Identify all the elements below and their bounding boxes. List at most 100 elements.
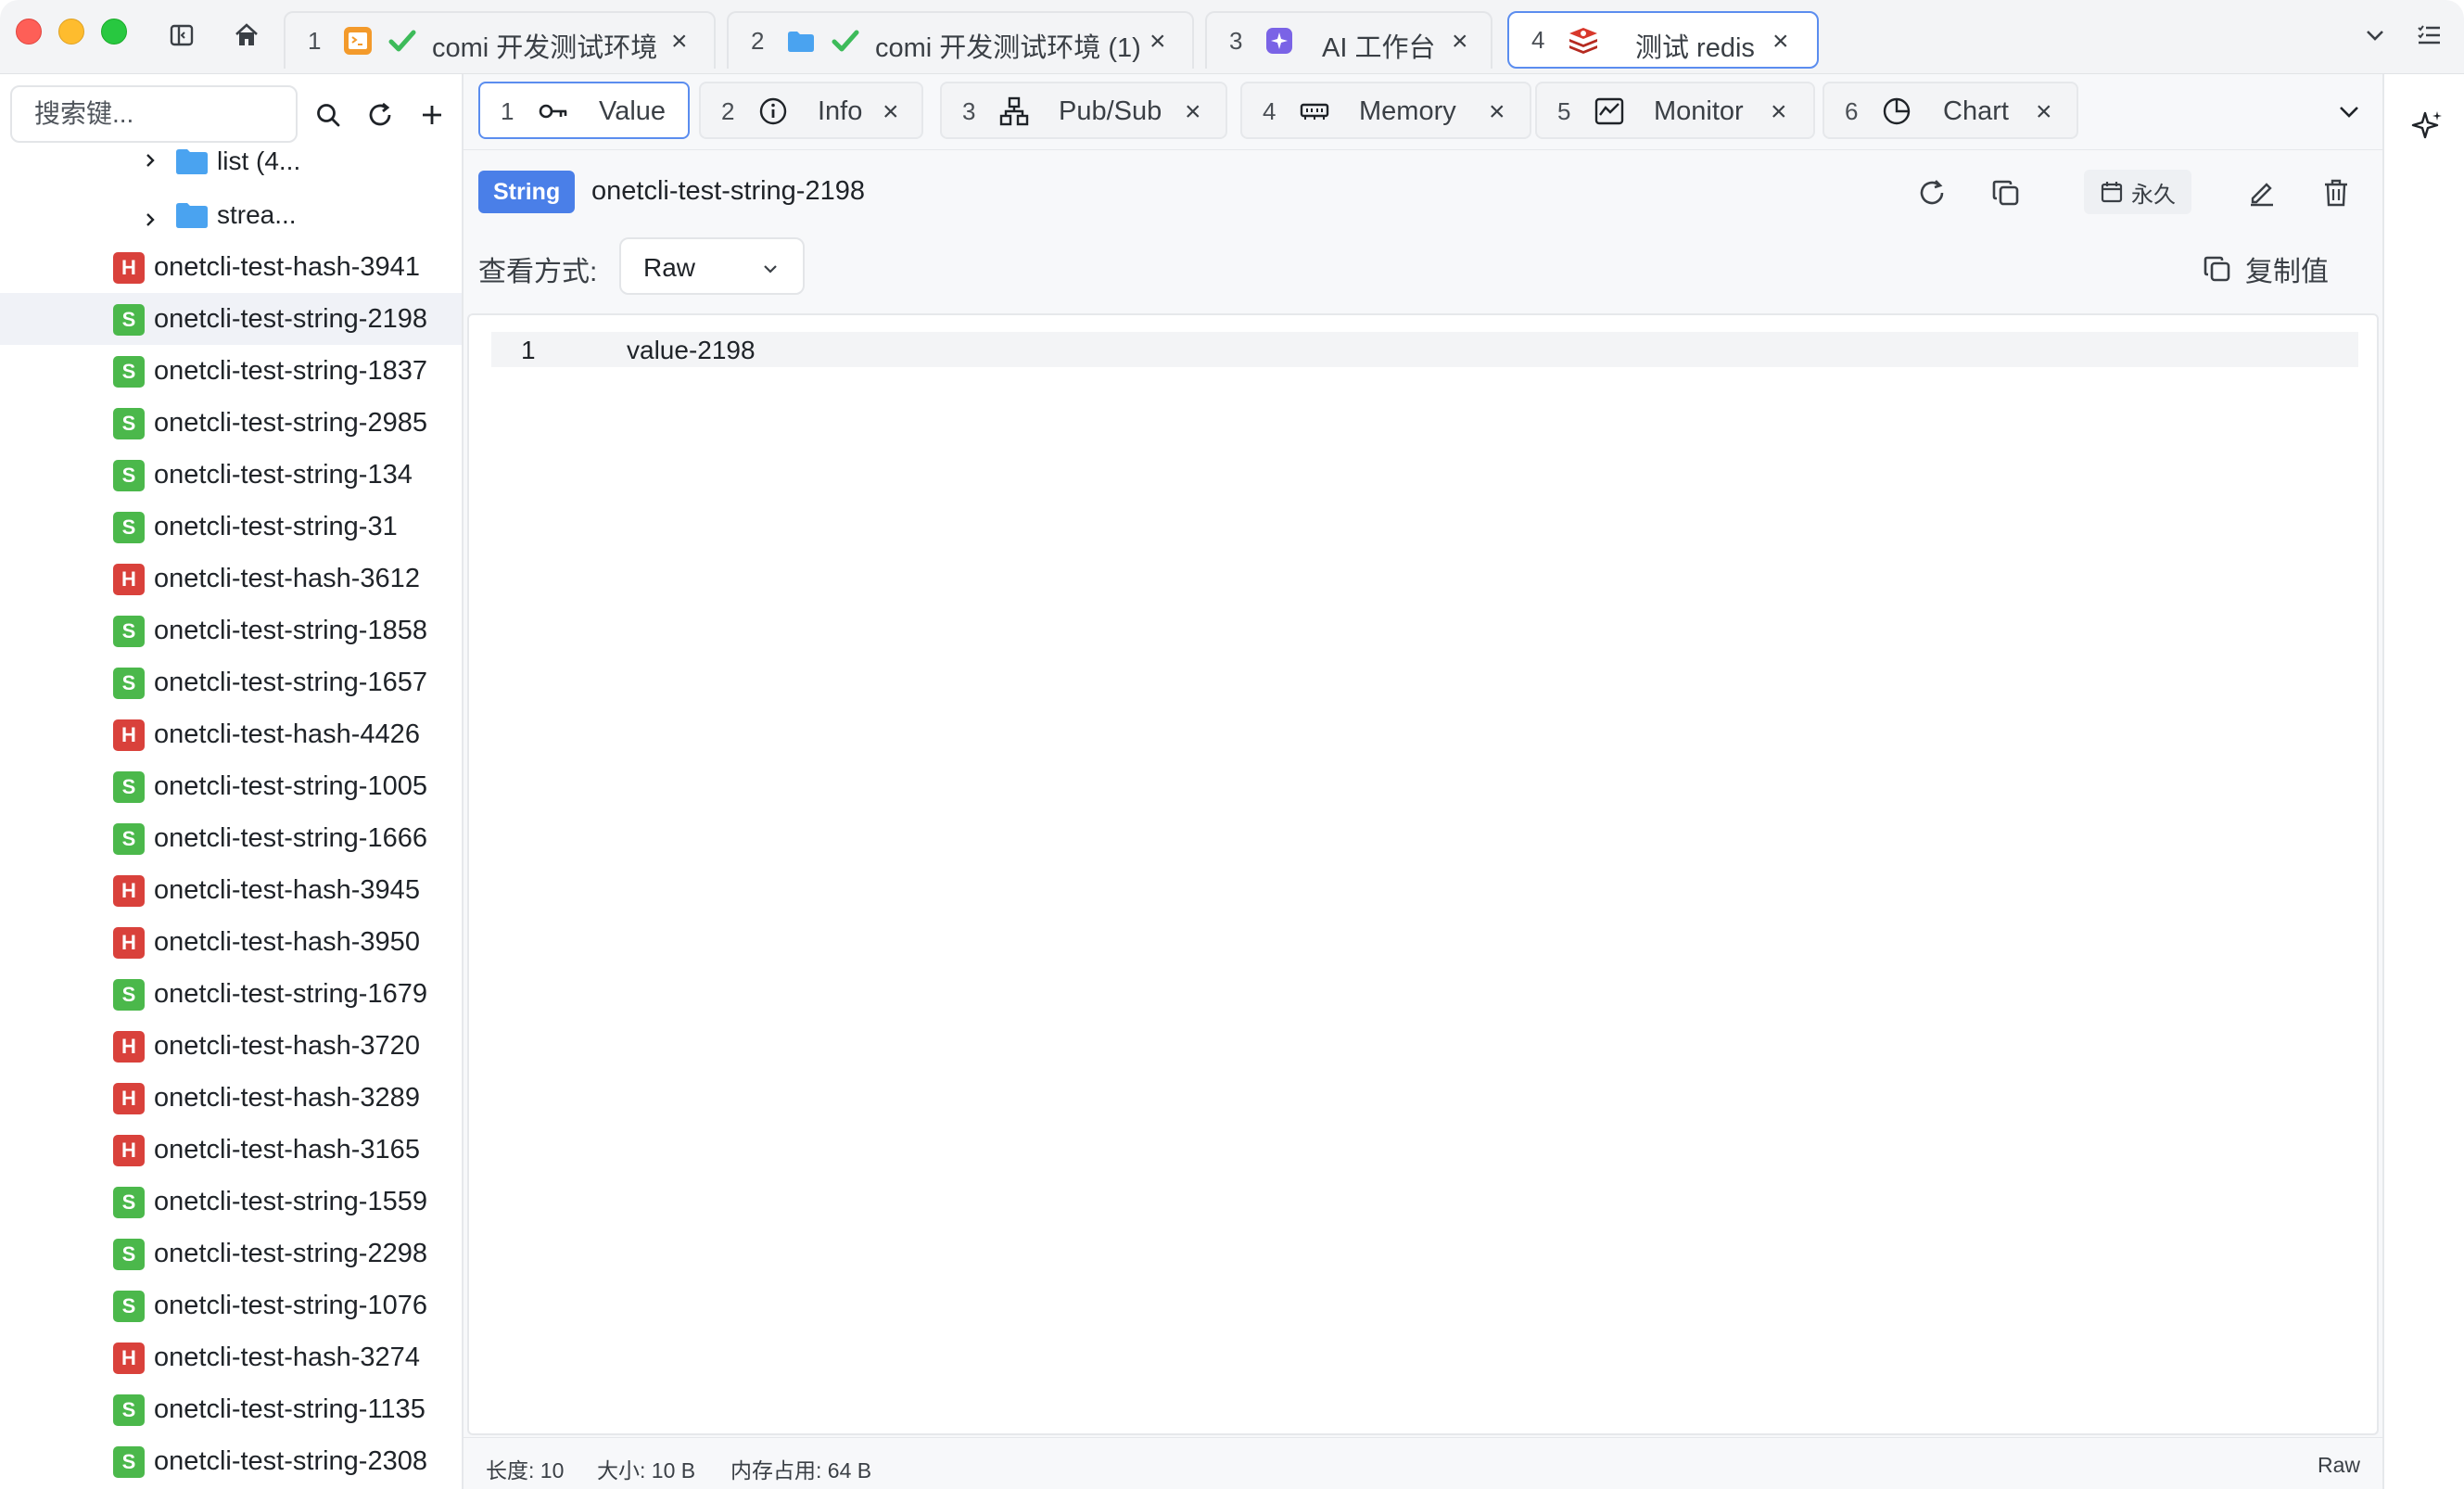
zoom-window-button[interactable]	[101, 19, 127, 45]
key-list-item[interactable]: Sonetcli-test-string-2308	[0, 1435, 462, 1487]
close-tab-icon[interactable]: ×	[1452, 28, 1468, 56]
delete-icon[interactable]	[2318, 174, 2355, 211]
key-list-item[interactable]: Sonetcli-test-string-1657	[0, 656, 462, 708]
tab-label: Value	[599, 96, 667, 126]
refresh-icon[interactable]	[362, 96, 399, 134]
view-mode-select[interactable]: Raw	[619, 237, 805, 295]
tab-list-chevron-down-icon[interactable]	[2360, 20, 2390, 50]
close-tab-icon[interactable]: ×	[1771, 98, 1787, 126]
app-window: 1 comi 开发测试环境 × 2 comi 开发测试环境 (1) × 3 AI…	[0, 0, 2464, 1489]
tab-value[interactable]: 1 Value	[478, 82, 690, 139]
key-list-item[interactable]: Honetcli-test-hash-3612	[0, 553, 462, 605]
key-browser-sidebar: list (4... strea... Honetcli-test-hash-3…	[0, 74, 464, 1489]
key-list-item[interactable]: Honetcli-test-hash-3289	[0, 1072, 462, 1124]
key-list-item-name: onetcli-test-string-1679	[154, 979, 427, 1009]
key-list-item[interactable]: Honetcli-test-hash-3165	[0, 1124, 462, 1176]
key-list-item-name: onetcli-test-string-2198	[154, 304, 427, 334]
tab-ai-workbench[interactable]: 3 AI 工作台 ×	[1205, 11, 1492, 69]
key-search-box[interactable]	[10, 85, 298, 143]
tab-number: 3	[962, 97, 976, 125]
key-list-item-name: onetcli-test-string-2985	[154, 408, 427, 438]
hash-type-badge: H	[113, 252, 145, 284]
network-icon	[999, 96, 1029, 126]
key-list-item[interactable]: Sonetcli-test-string-1559	[0, 1176, 462, 1228]
edit-icon[interactable]	[2243, 174, 2280, 211]
more-tabs-chevron-down-icon[interactable]	[2336, 98, 2362, 129]
key-list-item[interactable]: Sonetcli-test-string-1666	[0, 812, 462, 864]
ai-icon	[1264, 26, 1294, 56]
folder-list[interactable]: list (4...	[0, 137, 462, 189]
hash-type-badge: H	[113, 875, 145, 907]
key-list-item[interactable]: Sonetcli-test-string-1679	[0, 968, 462, 1020]
tab-number: 4	[1531, 25, 1545, 54]
string-type-badge: S	[113, 823, 145, 855]
tab-comi-dev-env-1[interactable]: 2 comi 开发测试环境 (1) ×	[727, 11, 1194, 69]
string-type-badge: S	[113, 771, 145, 803]
tab-test-redis[interactable]: 4 测试 redis ×	[1507, 11, 1819, 69]
close-tab-icon[interactable]: ×	[1489, 98, 1505, 126]
string-type-badge: S	[113, 1239, 145, 1270]
tab-monitor[interactable]: 5 Monitor ×	[1535, 82, 1815, 139]
key-icon	[538, 96, 567, 126]
key-list-item[interactable]: Sonetcli-test-string-2298	[0, 1228, 462, 1279]
folder-icon	[174, 146, 210, 183]
key-list-item[interactable]: Sonetcli-test-string-2198	[0, 293, 462, 345]
key-list-item[interactable]: Sonetcli-test-string-134	[0, 449, 462, 501]
check-icon	[387, 26, 417, 56]
key-list-item[interactable]: Sonetcli-test-string-1005	[0, 760, 462, 812]
tab-number: 1	[308, 26, 322, 55]
sidebar-toggle-icon[interactable]	[167, 20, 197, 50]
tab-pubsub[interactable]: 3 Pub/Sub ×	[940, 82, 1227, 139]
key-list-item[interactable]: Honetcli-test-hash-3720	[0, 1020, 462, 1072]
key-search-input[interactable]	[12, 87, 296, 141]
tab-comi-dev-env[interactable]: 1 comi 开发测试环境 ×	[284, 11, 716, 69]
key-list-item[interactable]: Sonetcli-test-string-31	[0, 501, 462, 553]
close-tab-icon[interactable]: ×	[883, 98, 899, 126]
search-icon[interactable]	[310, 96, 347, 134]
key-list-item[interactable]: Sonetcli-test-string-1076	[0, 1279, 462, 1331]
key-list-item-name: onetcli-test-hash-3950	[154, 927, 420, 957]
line-content[interactable]: value-2198	[627, 336, 756, 365]
close-window-button[interactable]	[16, 19, 42, 45]
string-type-badge: S	[113, 1394, 145, 1426]
monitor-icon	[1594, 96, 1624, 126]
copy-value-button[interactable]: 复制值	[2203, 248, 2329, 289]
key-list-item[interactable]: Honetcli-test-hash-4426	[0, 708, 462, 760]
key-list-item[interactable]: Honetcli-test-hash-3274	[0, 1331, 462, 1383]
add-key-icon[interactable]	[413, 96, 451, 134]
chevron-right-icon[interactable]	[141, 146, 159, 176]
ttl-button[interactable]: 永久	[2084, 170, 2191, 214]
hash-type-badge: H	[113, 719, 145, 751]
task-list-icon[interactable]	[2414, 20, 2444, 50]
key-name-title: onetcli-test-string-2198	[591, 176, 865, 206]
tab-info[interactable]: 2 Info ×	[699, 82, 923, 139]
tab-memory[interactable]: 4 Memory ×	[1240, 82, 1531, 139]
chevron-right-icon[interactable]	[141, 206, 159, 235]
tab-number: 6	[1845, 97, 1859, 125]
folder-stream[interactable]: strea...	[0, 189, 462, 241]
key-list-item[interactable]: Honetcli-test-hash-3950	[0, 916, 462, 968]
key-list-item[interactable]: Sonetcli-test-string-2985	[0, 397, 462, 449]
home-icon[interactable]	[232, 20, 261, 50]
close-tab-icon[interactable]: ×	[1149, 28, 1166, 56]
key-list-item-name: onetcli-test-string-1559	[154, 1187, 427, 1216]
key-list-item[interactable]: Honetcli-test-hash-3941	[0, 241, 462, 293]
key-list-item[interactable]: Sonetcli-test-string-1858	[0, 605, 462, 656]
ai-assistant-sparkle-icon[interactable]	[2408, 108, 2445, 149]
tab-chart[interactable]: 6 Chart ×	[1823, 82, 2078, 139]
close-tab-icon[interactable]: ×	[1772, 28, 1789, 56]
close-tab-icon[interactable]: ×	[2036, 98, 2052, 126]
close-tab-icon[interactable]: ×	[1185, 98, 1201, 126]
copy-key-icon[interactable]	[1988, 174, 2025, 211]
tab-number: 2	[721, 97, 735, 125]
key-list-item[interactable]: Sonetcli-test-string-1837	[0, 345, 462, 397]
editor-line[interactable]: 1 value-2198	[491, 332, 2358, 367]
value-editor[interactable]: 1 value-2198	[467, 313, 2379, 1435]
key-list-item[interactable]: Sonetcli-test-string-1135	[0, 1383, 462, 1435]
key-list-item-name: onetcli-test-hash-3945	[154, 875, 420, 905]
key-list-item[interactable]: Honetcli-test-hash-3945	[0, 864, 462, 916]
reload-icon[interactable]	[1913, 174, 1950, 211]
tab-number: 1	[501, 97, 514, 125]
minimize-window-button[interactable]	[58, 19, 84, 45]
close-tab-icon[interactable]: ×	[671, 28, 688, 56]
